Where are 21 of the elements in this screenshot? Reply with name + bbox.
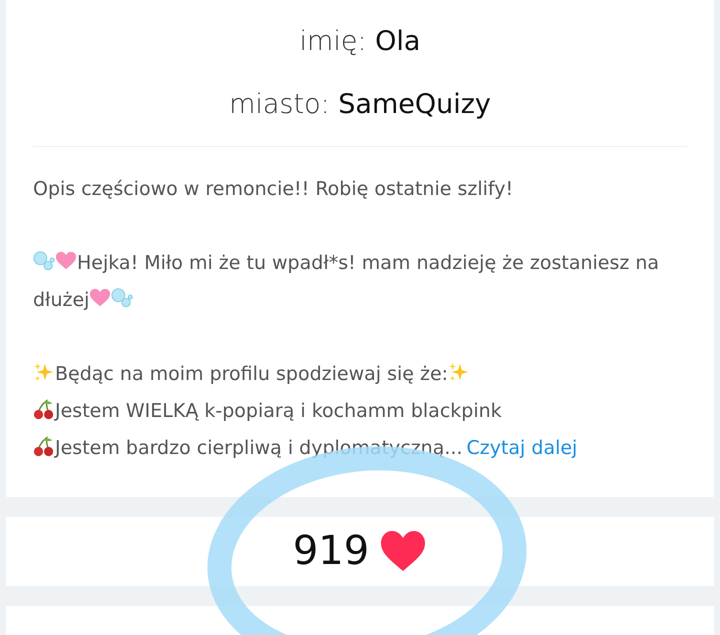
field-value: SameQuizy <box>338 89 491 120</box>
field-label: imię: <box>300 26 367 57</box>
sparkles-icon <box>448 361 470 383</box>
bubbles-icon <box>111 287 134 309</box>
description-text: Jestem WIELKĄ k-popiarą i kochamm blackpink <box>55 400 502 422</box>
cherries-icon <box>33 435 55 457</box>
field-value: Ola <box>375 26 420 57</box>
heart-icon <box>89 287 112 309</box>
read-more-link[interactable]: Czytaj dalej <box>466 437 578 459</box>
heart-icon <box>55 250 77 272</box>
description-text: Hejka! Miło mi że tu wpadł*s! mam nadzieję że zostaniesz na <box>77 252 660 274</box>
like-count: 919 <box>292 528 370 574</box>
description-text: dłużej <box>33 289 90 311</box>
description-text: Opis częściowo w remoncie!! Robię ostatnie szlify! <box>33 178 514 200</box>
description-text: Będąc na moim profilu spodziewaj się że: <box>55 363 448 385</box>
cherries-icon <box>33 398 55 420</box>
field-label: miasto: <box>229 89 330 120</box>
description-text: Jestem bardzo cierpliwą i dyplomatyczną... <box>55 437 462 459</box>
heart-icon[interactable] <box>379 529 428 574</box>
bubbles-icon <box>33 250 55 272</box>
sparkles-icon <box>33 361 55 383</box>
